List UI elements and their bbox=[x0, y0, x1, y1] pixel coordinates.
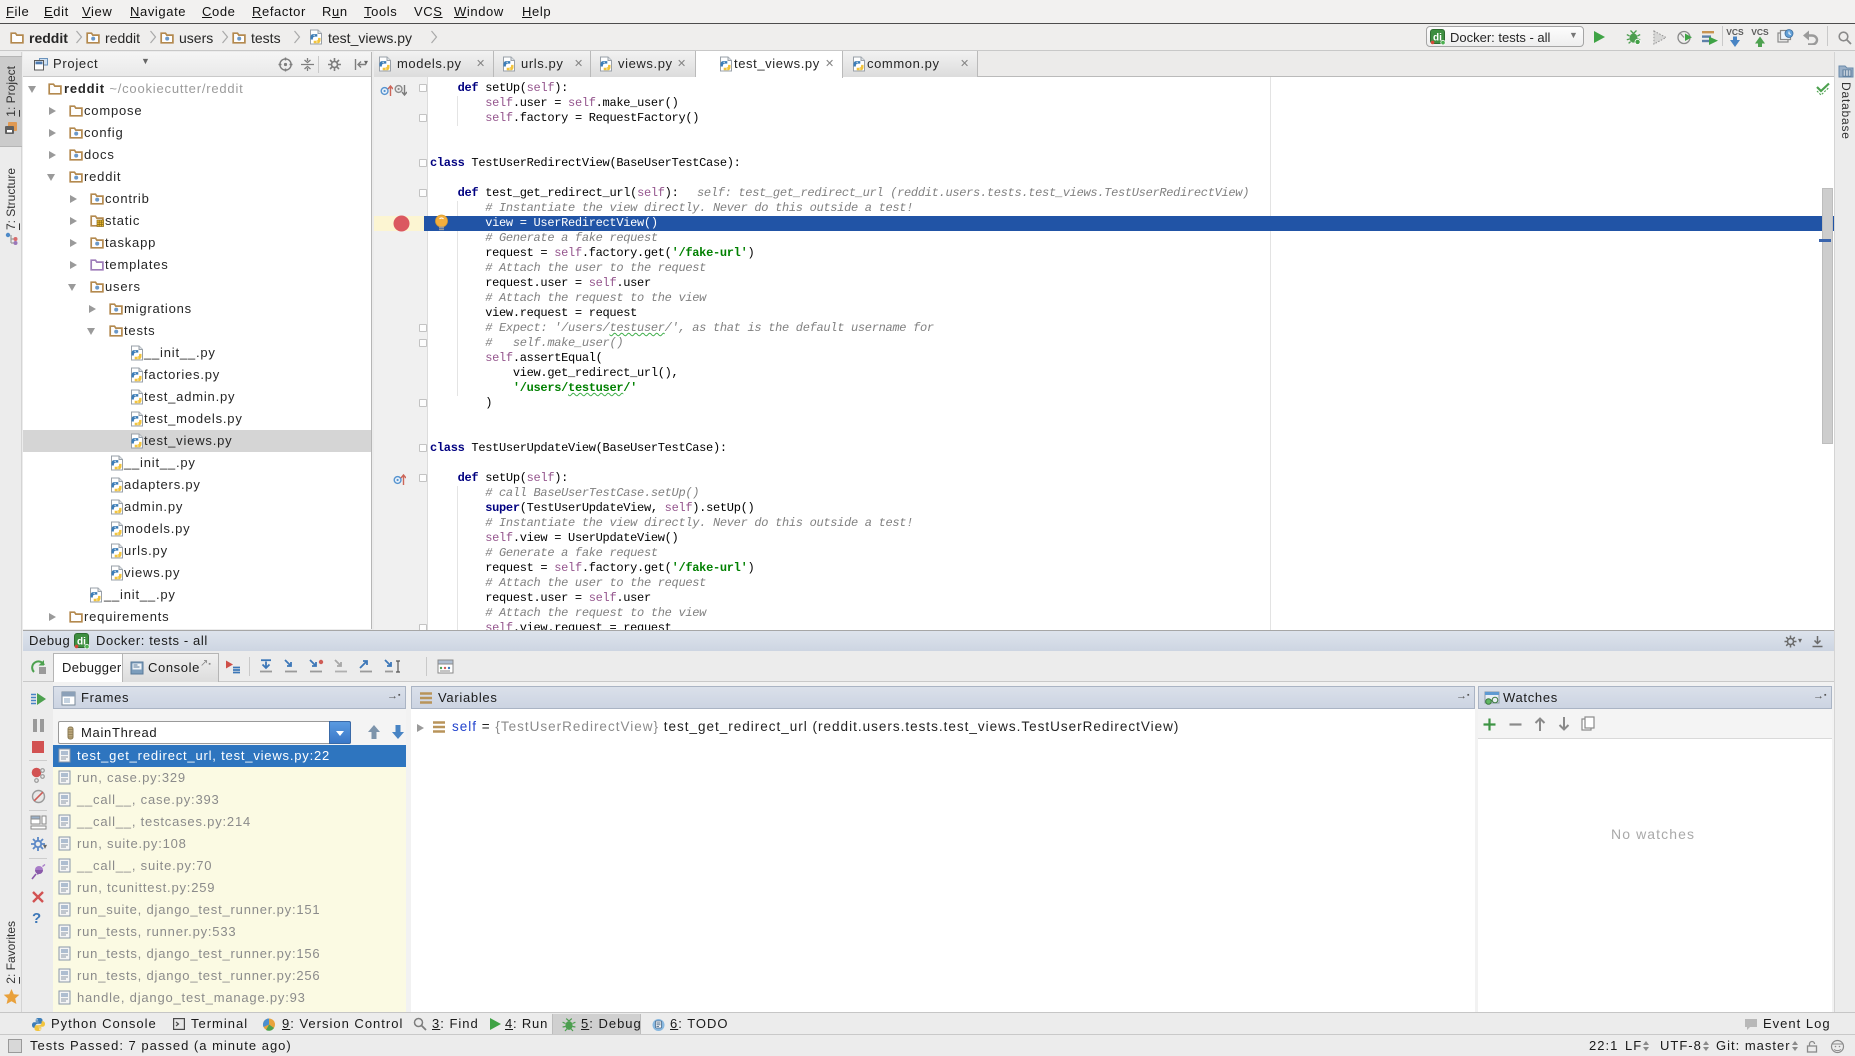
svg-text:VCS: VCS bbox=[1726, 27, 1744, 37]
svg-text:VCS: VCS bbox=[1751, 27, 1769, 37]
